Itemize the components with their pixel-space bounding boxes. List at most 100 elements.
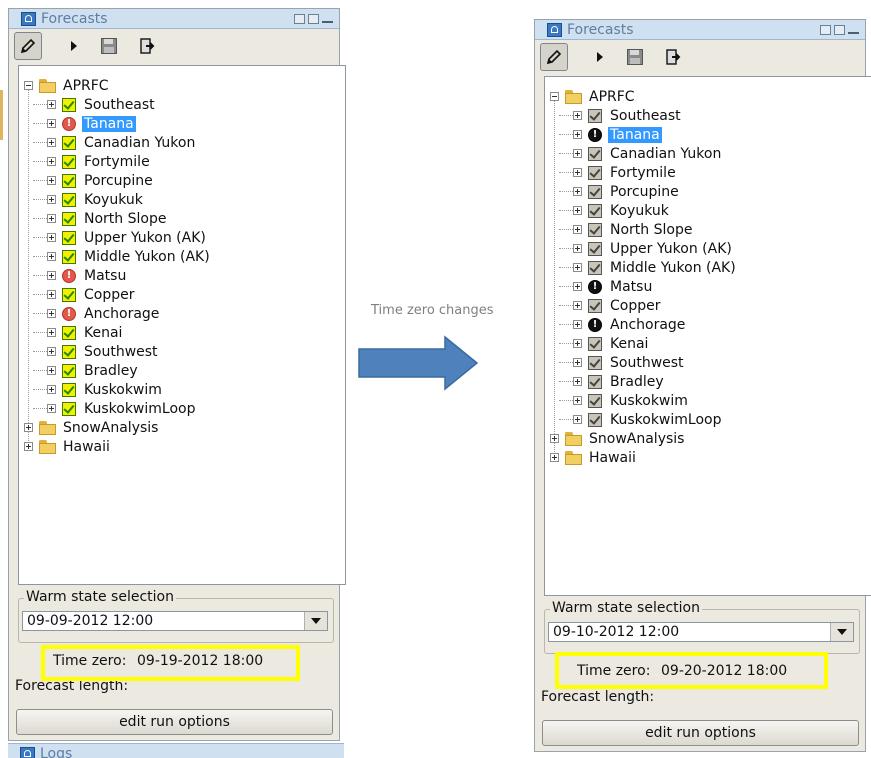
expand-icon[interactable] [47, 271, 56, 280]
edit-pencil-button[interactable] [540, 43, 568, 71]
forecast-tree[interactable]: APRFC Southeast! Tanana Canadian Yukon Forty… [18, 65, 346, 585]
expand-icon[interactable] [47, 195, 56, 204]
minimize-icon[interactable] [322, 14, 333, 23]
tree-node-anchorage[interactable]: ! Anchorage [47, 304, 161, 323]
warm-state-select[interactable]: 09-10-2012 12:00 [548, 622, 854, 642]
tree-node-porcupine[interactable]: Porcupine [47, 171, 155, 190]
tree-node-copper[interactable]: Copper [47, 285, 136, 304]
expand-icon[interactable] [47, 328, 56, 337]
tree-node-southeast[interactable]: Southeast [573, 106, 683, 125]
tree-node-middle-yukon-ak[interactable]: Middle Yukon (AK) [47, 247, 212, 266]
expand-icon[interactable] [47, 366, 56, 375]
expand-icon[interactable] [47, 404, 56, 413]
tree-node-kuskokwim[interactable]: Kuskokwim [47, 380, 164, 399]
restore-icon[interactable] [820, 24, 831, 35]
expand-icon[interactable] [573, 320, 582, 329]
expand-icon[interactable] [47, 309, 56, 318]
run-button[interactable] [60, 32, 88, 60]
tree-node-kenai[interactable]: Kenai [573, 334, 650, 353]
save-button[interactable] [621, 43, 649, 71]
expand-icon[interactable] [573, 130, 582, 139]
tree-node-upper-yukon-ak[interactable]: Upper Yukon (AK) [573, 239, 734, 258]
expand-icon[interactable] [573, 301, 582, 310]
save-button[interactable] [95, 32, 123, 60]
expand-icon[interactable] [47, 119, 56, 128]
tree-node-middle-yukon-ak[interactable]: Middle Yukon (AK) [573, 258, 738, 277]
export-button[interactable] [659, 43, 687, 71]
expand-icon[interactable] [573, 225, 582, 234]
tree-node-snowanalysis[interactable]: SnowAnalysis [24, 418, 160, 437]
export-button[interactable] [133, 32, 161, 60]
expand-icon[interactable] [47, 385, 56, 394]
expand-icon[interactable] [24, 423, 33, 432]
tree-node-porcupine[interactable]: Porcupine [573, 182, 681, 201]
expand-icon[interactable] [573, 168, 582, 177]
expand-icon[interactable] [550, 434, 559, 443]
tree-node-kuskokwimloop[interactable]: KuskokwimLoop [573, 410, 723, 429]
tree-node-anchorage[interactable]: ! Anchorage [573, 315, 687, 334]
expand-icon[interactable] [573, 111, 582, 120]
expand-icon[interactable] [573, 206, 582, 215]
tree-node-southwest[interactable]: Southwest [47, 342, 160, 361]
tree-node-southwest[interactable]: Southwest [573, 353, 686, 372]
tree-node-hawaii[interactable]: Hawaii [24, 437, 112, 456]
run-button[interactable] [586, 43, 614, 71]
expand-icon[interactable] [550, 453, 559, 462]
expand-icon[interactable] [47, 157, 56, 166]
expand-icon[interactable] [24, 442, 33, 451]
expand-icon[interactable] [47, 290, 56, 299]
tree-node-bradley[interactable]: Bradley [47, 361, 140, 380]
edit-pencil-button[interactable] [14, 32, 42, 60]
expand-icon[interactable] [47, 252, 56, 261]
expand-icon[interactable] [573, 358, 582, 367]
tree-node-kuskokwimloop[interactable]: KuskokwimLoop [47, 399, 197, 418]
maximize-icon[interactable] [308, 13, 319, 24]
tree-node-matsu[interactable]: ! Matsu [47, 266, 128, 285]
edit-run-options-button[interactable]: edit run options [542, 720, 859, 746]
tree-node-tanana[interactable]: ! Tanana [573, 125, 662, 144]
tree-node-tanana[interactable]: ! Tanana [47, 114, 136, 133]
tree-node-fortymile[interactable]: Fortymile [47, 152, 152, 171]
edit-run-options-button[interactable]: edit run options [16, 709, 333, 735]
tree-node-fortymile[interactable]: Fortymile [573, 163, 678, 182]
expand-icon[interactable] [573, 377, 582, 386]
tree-node-north-slope[interactable]: North Slope [573, 220, 694, 239]
tree-node-root[interactable]: APRFC [550, 87, 637, 106]
tree-node-copper[interactable]: Copper [573, 296, 662, 315]
expand-icon[interactable] [47, 233, 56, 242]
expand-icon[interactable] [47, 176, 56, 185]
expand-icon[interactable] [47, 138, 56, 147]
expand-icon[interactable] [573, 415, 582, 424]
expand-icon[interactable] [573, 396, 582, 405]
collapse-icon[interactable] [550, 92, 559, 101]
tree-node-root[interactable]: APRFC [24, 76, 111, 95]
expand-icon[interactable] [47, 100, 56, 109]
tree-node-canadian-yukon[interactable]: Canadian Yukon [47, 133, 197, 152]
tree-node-snowanalysis[interactable]: SnowAnalysis [550, 429, 686, 448]
expand-icon[interactable] [47, 214, 56, 223]
tree-node-bradley[interactable]: Bradley [573, 372, 666, 391]
expand-icon[interactable] [47, 347, 56, 356]
tree-node-upper-yukon-ak[interactable]: Upper Yukon (AK) [47, 228, 208, 247]
expand-icon[interactable] [573, 263, 582, 272]
chevron-down-icon[interactable] [830, 623, 853, 641]
collapse-icon[interactable] [24, 81, 33, 90]
forecast-tree[interactable]: APRFC Southeast! Tanana Canadian Yukon Forty… [544, 76, 871, 596]
tree-node-koyukuk[interactable]: Koyukuk [573, 201, 671, 220]
restore-icon[interactable] [294, 13, 305, 24]
tree-node-north-slope[interactable]: North Slope [47, 209, 168, 228]
tree-node-canadian-yukon[interactable]: Canadian Yukon [573, 144, 723, 163]
tree-node-southeast[interactable]: Southeast [47, 95, 157, 114]
minimize-icon[interactable] [848, 25, 859, 34]
tree-node-matsu[interactable]: ! Matsu [573, 277, 654, 296]
expand-icon[interactable] [573, 187, 582, 196]
expand-icon[interactable] [573, 282, 582, 291]
tree-node-hawaii[interactable]: Hawaii [550, 448, 638, 467]
tree-node-koyukuk[interactable]: Koyukuk [47, 190, 145, 209]
expand-icon[interactable] [573, 339, 582, 348]
tree-node-kenai[interactable]: Kenai [47, 323, 124, 342]
expand-icon[interactable] [573, 149, 582, 158]
expand-icon[interactable] [573, 244, 582, 253]
warm-state-select[interactable]: 09-09-2012 12:00 [22, 611, 328, 631]
tree-node-kuskokwim[interactable]: Kuskokwim [573, 391, 690, 410]
